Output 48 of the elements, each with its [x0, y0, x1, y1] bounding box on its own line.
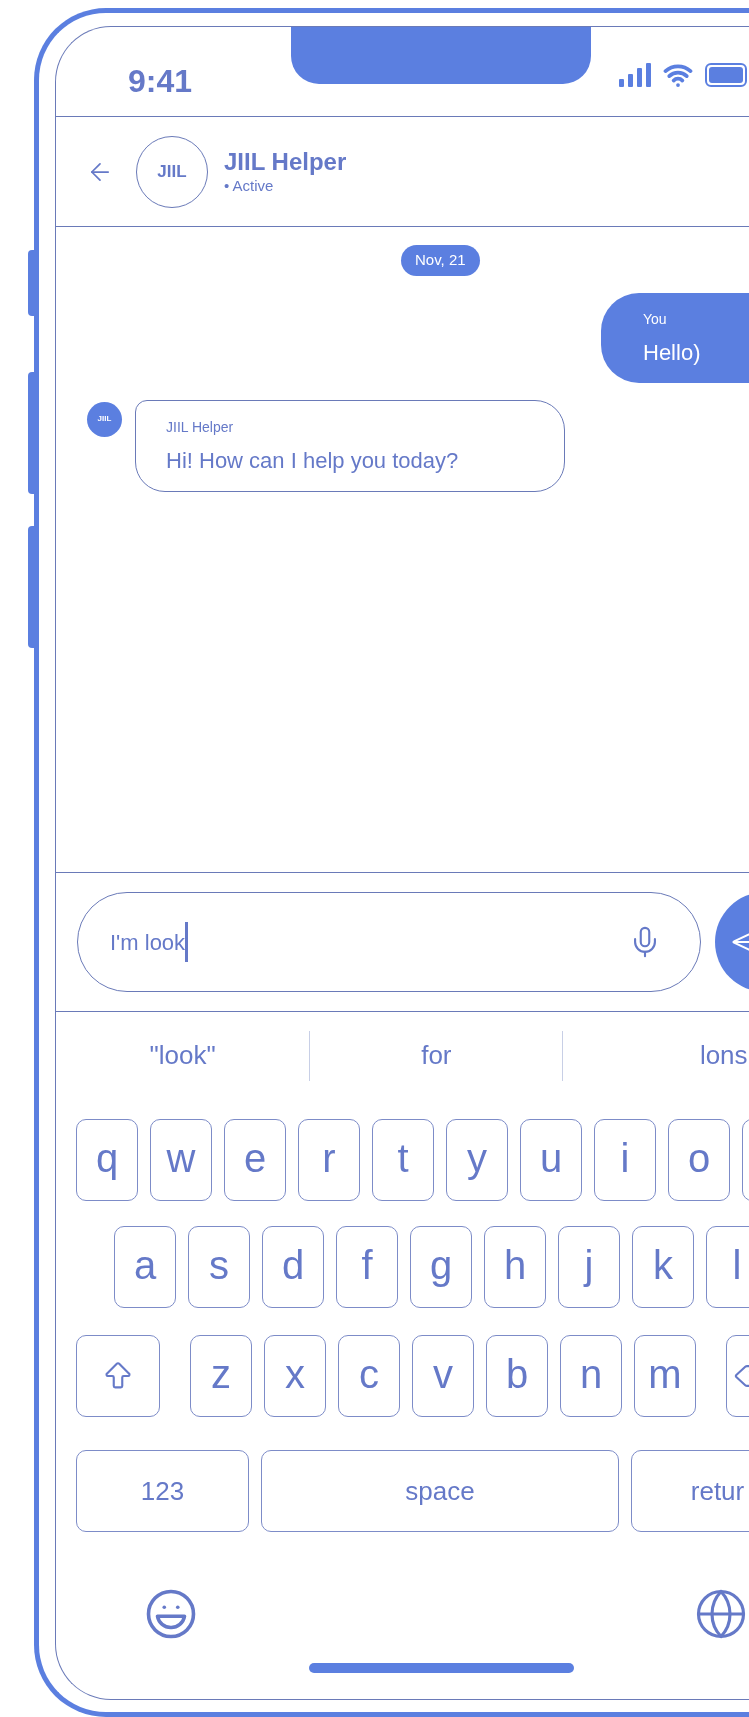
keyboard-key[interactable]: i [594, 1119, 656, 1201]
keyboard-key[interactable]: e [224, 1119, 286, 1201]
suggestion[interactable]: lons [699, 1036, 748, 1075]
keyboard-key[interactable]: j [558, 1226, 620, 1308]
suggestion[interactable]: for [421, 1036, 452, 1075]
keyboard-key[interactable]: k [632, 1226, 694, 1308]
keyboard-key[interactable]: a [114, 1226, 176, 1308]
keyboard-key[interactable]: t [372, 1119, 434, 1201]
contact-status: • Active [224, 177, 275, 196]
sender-name: JIIL Helper [166, 417, 235, 437]
keyboard-key[interactable]: l [706, 1226, 749, 1308]
keyboard-key[interactable]: q [76, 1119, 138, 1201]
keyboard-key[interactable]: n [560, 1335, 622, 1417]
keyboard-key[interactable]: b [486, 1335, 548, 1417]
signal-icon [619, 62, 651, 87]
date-pill: Nov, 21 [401, 245, 480, 276]
message-text: Hello) [643, 338, 702, 367]
text-cursor [185, 922, 189, 962]
suggestion[interactable]: "look" [149, 1036, 216, 1075]
battery-icon [705, 62, 749, 87]
keyboard-key[interactable]: f [336, 1226, 398, 1308]
keyboard-key[interactable]: w [150, 1119, 212, 1201]
keyboard-key[interactable]: retur [631, 1450, 749, 1532]
keyboard-key[interactable]: s [188, 1226, 250, 1308]
keyboard-key[interactable]: c [338, 1335, 400, 1417]
keyboard-key[interactable]: m [634, 1335, 696, 1417]
keyboard-key[interactable]: o [668, 1119, 730, 1201]
keyboard-key[interactable]: r [298, 1119, 360, 1201]
keyboard-key[interactable]: d [262, 1226, 324, 1308]
space-key[interactable]: space [261, 1450, 619, 1532]
status-time: 9:41 [128, 63, 193, 99]
keyboard-key[interactable]: x [264, 1335, 326, 1417]
keyboard-key[interactable]: u [520, 1119, 582, 1201]
keyboard-key[interactable]: g [410, 1226, 472, 1308]
keyboard-key[interactable]: y [446, 1119, 508, 1201]
sender-name: You [643, 309, 668, 329]
contact-name: JIIL Helper [224, 147, 347, 178]
keyboard-key[interactable]: h [484, 1226, 546, 1308]
input-text: I'm look [110, 928, 186, 957]
avatar-initials: JIIL [157, 160, 187, 183]
keyboard-key[interactable]: v [412, 1335, 474, 1417]
globe-icon[interactable] [694, 1587, 748, 1641]
keyboard-key[interactable]: z [190, 1335, 252, 1417]
avatar-initials: JIIL [97, 413, 112, 425]
emoji-icon[interactable] [144, 1587, 198, 1641]
keyboard-key[interactable]: 123 [76, 1450, 249, 1532]
shift-key[interactable] [76, 1335, 160, 1417]
message-text: Hi! How can I help you today? [166, 446, 460, 475]
